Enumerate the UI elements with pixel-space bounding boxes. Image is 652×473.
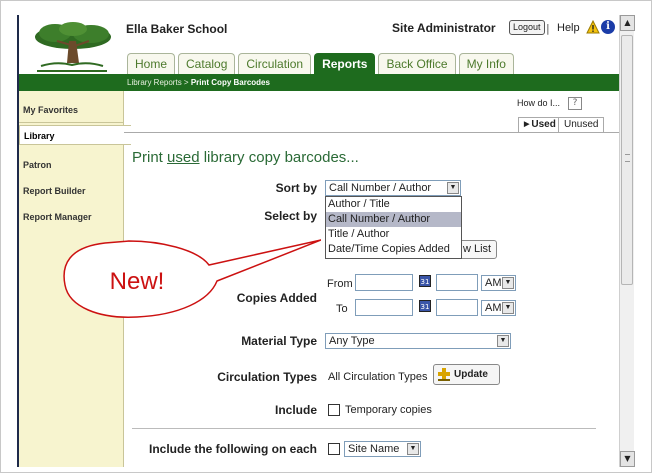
calendar-icon[interactable]: 31 [419,275,431,287]
material-type-select[interactable]: Any Type ▼ [325,333,511,349]
callout-text: New! [110,268,165,295]
site-name-select[interactable]: Site Name ▼ [344,441,421,457]
breadcrumb-bar [19,74,619,91]
vertical-scrollbar[interactable]: ▲ ▼ [619,15,635,467]
sidebar-item-report-builder[interactable]: Report Builder [19,179,124,203]
chevron-down-icon[interactable]: ▼ [497,335,509,347]
subtab-used[interactable]: Used [518,117,562,133]
site-name-value: Site Name [348,443,400,455]
sidebar-item-my-favorites[interactable]: My Favorites [19,97,124,123]
header-separator: | [546,22,550,35]
school-name: Ella Baker School [126,22,228,36]
to-label: To [336,303,348,315]
sort-option-call-number-author[interactable]: Call Number / Author [326,212,461,227]
tab-back-office[interactable]: Back Office [378,53,456,75]
update-label: Update [454,369,488,380]
sort-option-title-author[interactable]: Title / Author [326,227,461,242]
list-button[interactable]: w List [456,240,498,259]
from-label: From [327,278,353,290]
material-type-value: Any Type [329,335,375,347]
select-by-label: Select by [264,209,317,223]
circulation-types-value: All Circulation Types [328,371,428,383]
include-each-label: Include the following on each [148,442,317,456]
tab-circulation[interactable]: Circulation [238,53,312,75]
how-do-i-button[interactable]: ? [568,97,582,110]
from-ampm-value: AM [485,277,502,289]
sort-by-options[interactable]: Author / Title Call Number / Author Titl… [325,196,462,259]
page-title: Print used library copy barcodes... [132,149,359,166]
chevron-down-icon[interactable]: ▼ [407,443,419,455]
tree-logo [27,19,117,79]
site-name-checkbox[interactable] [328,443,340,455]
warning-icon[interactable] [586,20,600,34]
sidebar-item-report-manager[interactable]: Report Manager [19,205,124,229]
title-suffix: library copy barcodes... [199,149,359,166]
scroll-thumb[interactable] [621,35,633,285]
app-window: Ella Baker School Site Administrator Log… [0,0,652,473]
tab-home[interactable]: Home [127,53,176,75]
tab-reports[interactable]: Reports [314,53,376,75]
breadcrumb: Library Reports > Print Copy Barcodes [127,78,270,87]
calendar-icon[interactable]: 31 [419,300,431,312]
chevron-down-icon[interactable]: ▼ [502,302,514,314]
thumb-grip [625,154,630,162]
subtab-unused[interactable]: Unused [558,117,605,133]
main-tabs: Home Catalog Circulation Reports Back Of… [127,53,514,75]
to-time-input[interactable] [436,299,478,316]
material-type-label: Material Type [241,334,317,348]
circulation-types-label: Circulation Types [217,370,317,384]
to-ampm-value: AM [485,302,502,314]
help-link[interactable]: Help [557,22,580,34]
sort-option-author-title[interactable]: Author / Title [326,197,461,212]
breadcrumb-parent[interactable]: Library Reports > [127,78,189,87]
from-ampm-select[interactable]: AM ▼ [481,275,516,291]
how-do-i-label: How do I... [517,98,561,108]
update-button[interactable]: Update [433,364,500,385]
new-callout: New! [63,239,321,318]
sort-by-value: Call Number / Author [329,182,432,194]
temporary-copies-label: Temporary copies [345,404,432,416]
sort-by-select[interactable]: Call Number / Author ▼ [325,180,461,196]
title-used-link[interactable]: used [167,149,200,166]
plus-icon [438,368,450,381]
from-time-input[interactable] [436,274,478,291]
info-icon[interactable]: i [601,20,615,34]
scroll-up-arrow-icon[interactable]: ▲ [620,15,635,31]
temporary-copies-checkbox[interactable] [328,404,340,416]
from-date-input[interactable] [355,274,413,291]
tab-catalog[interactable]: Catalog [178,53,236,75]
breadcrumb-current: Print Copy Barcodes [190,78,270,87]
sort-option-date-time-added[interactable]: Date/Time Copies Added [326,242,461,257]
user-role-label: Site Administrator [392,21,496,35]
chevron-down-icon[interactable]: ▼ [502,277,514,289]
sidebar-item-library[interactable]: Library [19,125,131,145]
scroll-down-arrow-icon[interactable]: ▼ [620,451,635,467]
tab-my-info[interactable]: My Info [458,53,514,75]
logout-button[interactable]: Logout [509,20,545,35]
to-ampm-select[interactable]: AM ▼ [481,300,516,316]
sort-by-label: Sort by [275,181,317,195]
chevron-down-icon[interactable]: ▼ [447,182,459,194]
section-divider [132,428,596,429]
sidebar-item-patron[interactable]: Patron [19,153,124,177]
to-date-input[interactable] [355,299,413,316]
include-label: Include [274,403,317,417]
content-top-rule [124,132,619,133]
title-prefix: Print [132,149,168,166]
